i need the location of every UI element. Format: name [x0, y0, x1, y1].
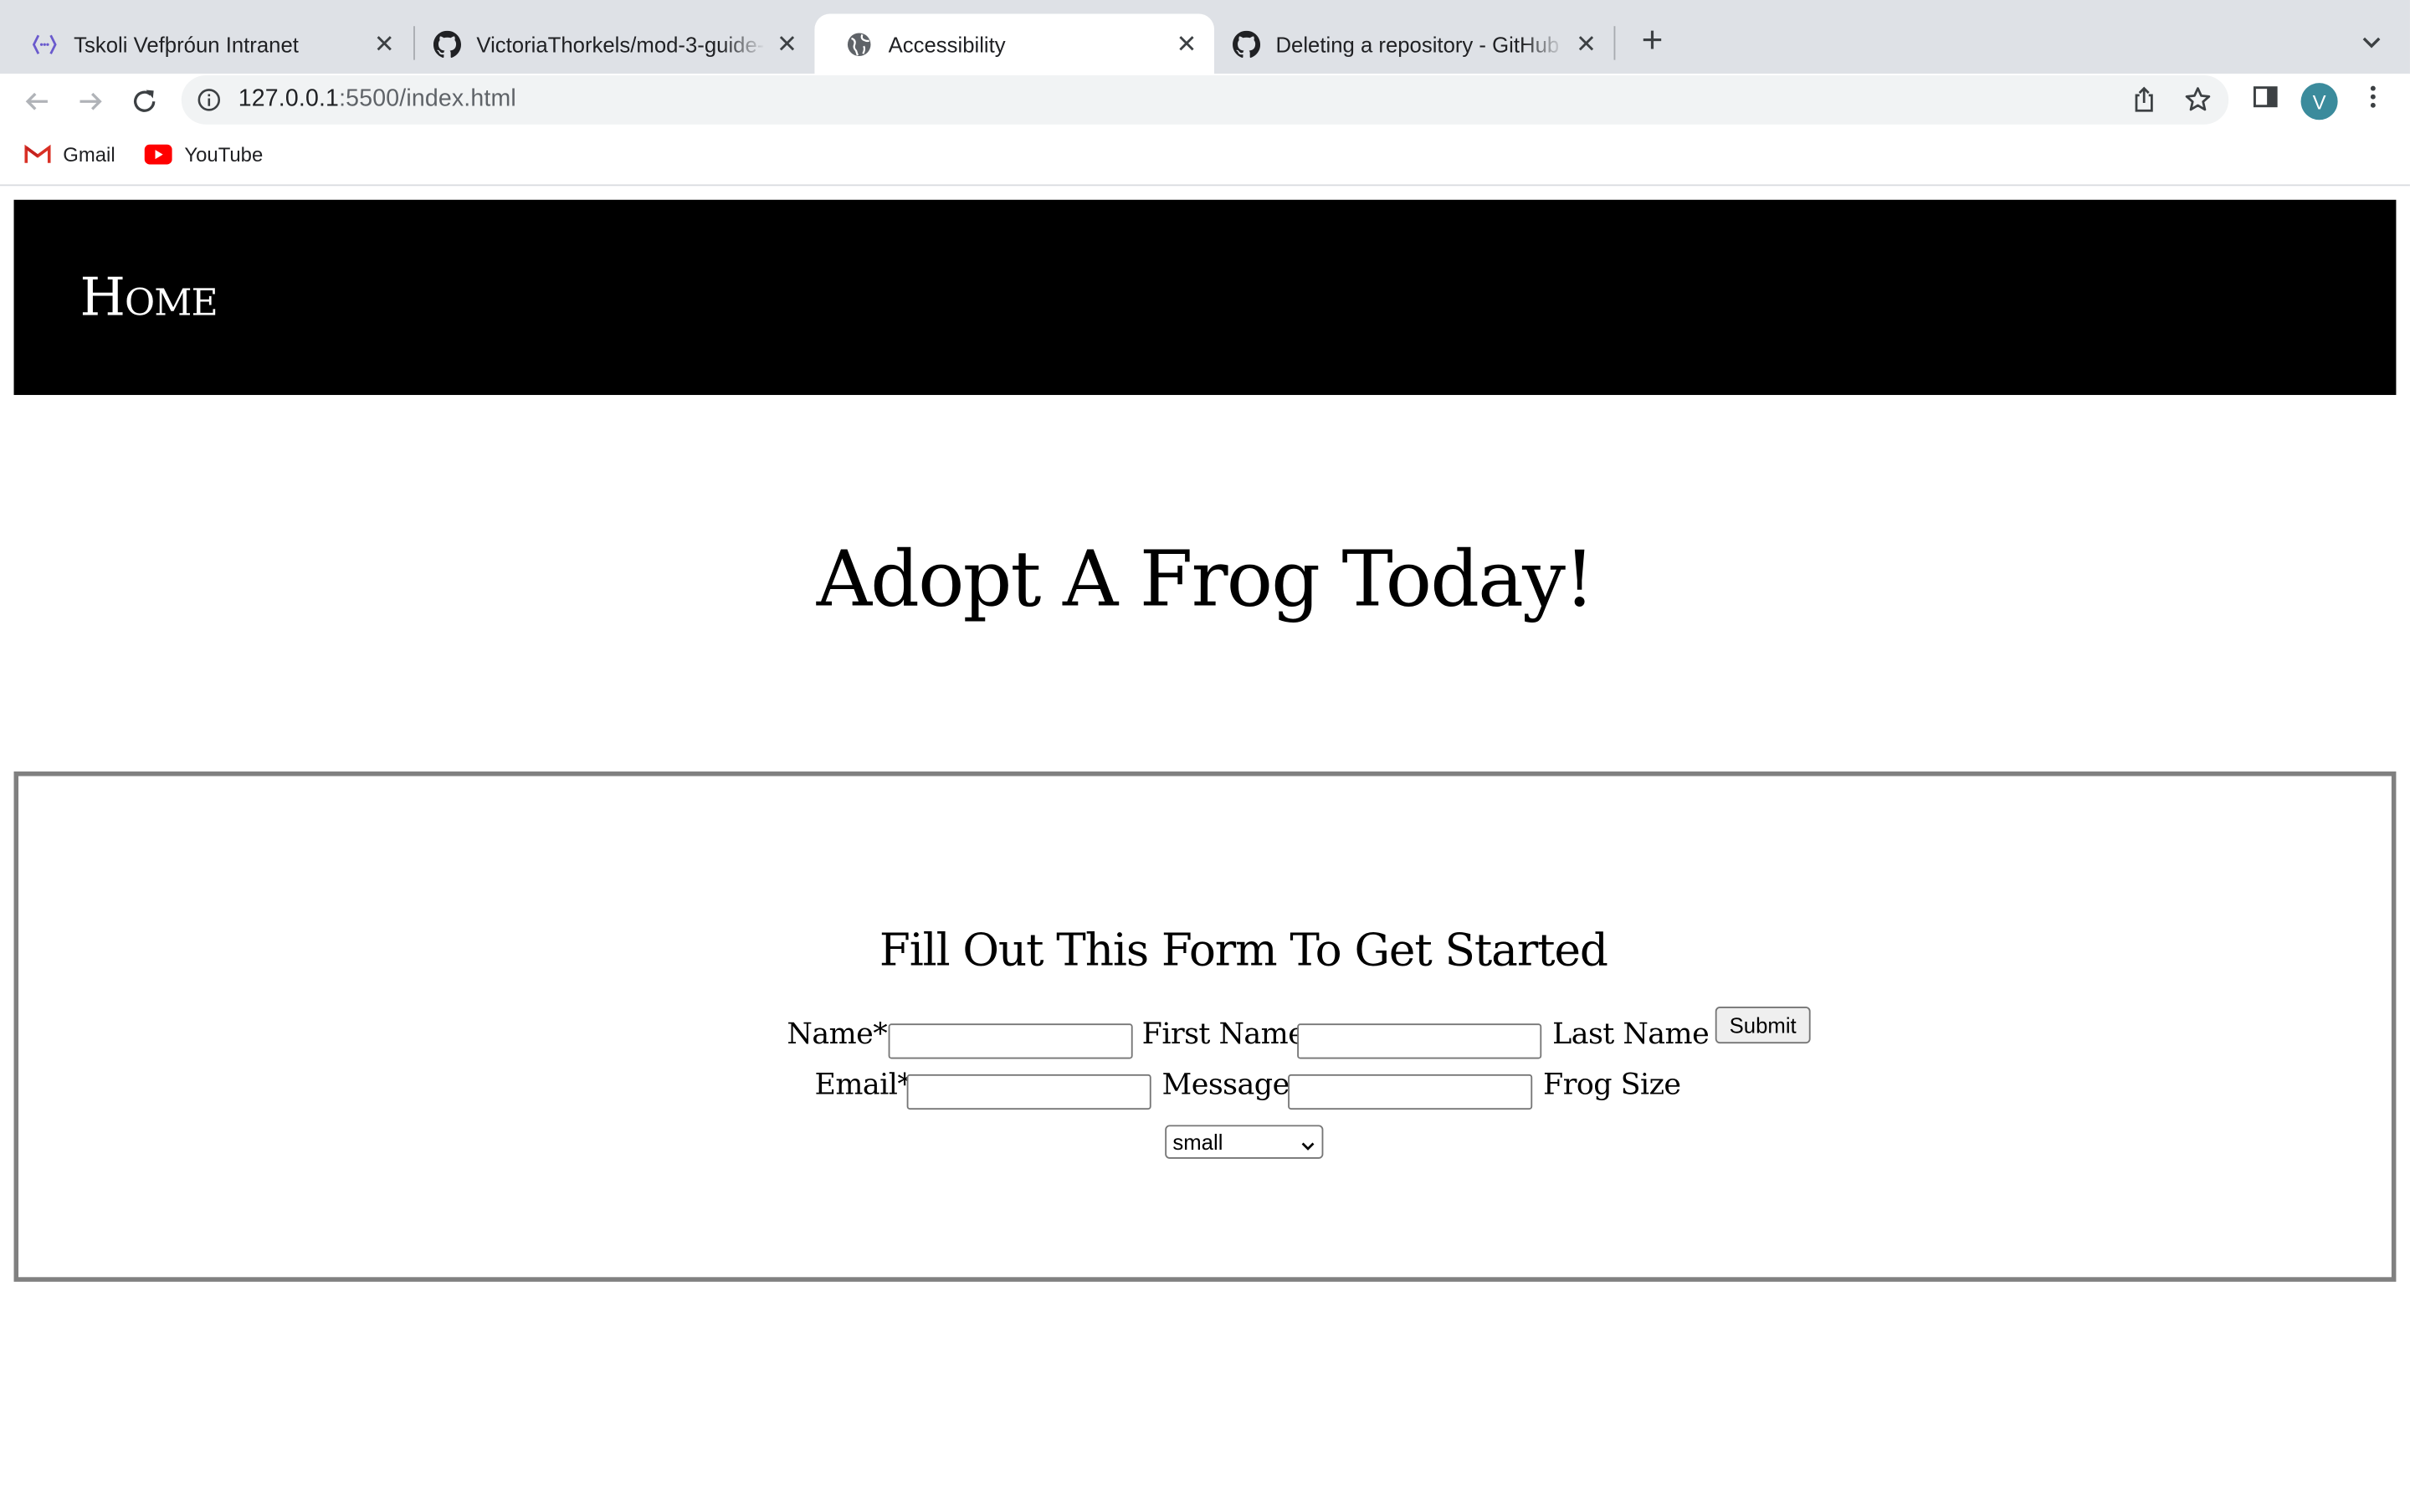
- browser-toolbar: 127.0.0.1:5500/index.html: [0, 74, 2410, 130]
- name-label: Name*: [787, 1017, 888, 1052]
- url-text[interactable]: 127.0.0.1:5500/index.html: [238, 86, 516, 114]
- tab-title: Tskoli Vefþróun Intranet: [74, 31, 299, 57]
- reload-icon[interactable]: [121, 79, 167, 125]
- back-arrow-icon[interactable]: [14, 79, 60, 125]
- message-input[interactable]: [1288, 1074, 1533, 1110]
- message-label: Message: [1161, 1068, 1290, 1102]
- tab-title: Deleting a repository - GitHub: [1275, 31, 1560, 57]
- tab-strip: Tskoli Vefþróun Intranet ✕ VictoriaThork…: [0, 0, 2410, 74]
- chevron-down-icon: [1300, 1134, 1315, 1158]
- tab-search-chevron-icon[interactable]: [2355, 24, 2388, 58]
- frog-size-value: small: [1172, 1129, 1223, 1155]
- profile-avatar[interactable]: V: [2300, 83, 2338, 120]
- close-tab-icon[interactable]: ✕: [1571, 28, 1602, 59]
- share-icon[interactable]: [2131, 86, 2158, 121]
- close-tab-icon[interactable]: ✕: [1172, 28, 1202, 59]
- first-name-input[interactable]: [1297, 1023, 1542, 1059]
- bookmark-gmail[interactable]: Gmail: [24, 142, 115, 167]
- github-icon: [1233, 29, 1261, 58]
- page-title: Adopt A Frog Today!: [816, 535, 1595, 624]
- side-panel-icon[interactable]: [2252, 83, 2279, 118]
- new-tab-button[interactable]: +: [1633, 22, 1673, 62]
- site-info-icon[interactable]: [197, 88, 221, 120]
- close-tab-icon[interactable]: ✕: [772, 28, 802, 59]
- url-path: :5500/index.html: [339, 85, 516, 113]
- name-input[interactable]: [888, 1023, 1133, 1059]
- address-bar[interactable]: 127.0.0.1:5500/index.html: [181, 74, 2229, 125]
- submit-button[interactable]: Submit: [1715, 1007, 1811, 1044]
- adoption-form: Fill Out This Form To Get Started Name* …: [13, 771, 2397, 1282]
- first-name-label: First Name: [1141, 1017, 1305, 1052]
- frog-size-label: Frog Size: [1543, 1068, 1681, 1102]
- tab-title: VictoriaThorkels/mod-3-guide-: [476, 31, 765, 57]
- site-header: Home: [13, 199, 2397, 396]
- globe-icon: [845, 30, 873, 58]
- tab-deleting-repository[interactable]: Deleting a repository - GitHub ✕: [1202, 14, 1613, 74]
- bookmark-label: Gmail: [63, 142, 115, 167]
- bookmark-youtube[interactable]: YouTube: [144, 142, 264, 167]
- tab-tskoli-intranet[interactable]: Tskoli Vefþróun Intranet ✕: [0, 14, 412, 74]
- tab-github-mod3-guide[interactable]: VictoriaThorkels/mod-3-guide- ✕: [403, 14, 814, 74]
- close-tab-icon[interactable]: ✕: [369, 28, 400, 59]
- url-host: 127.0.0.1: [238, 85, 340, 113]
- youtube-icon: [144, 144, 172, 165]
- tab-accessibility[interactable]: Accessibility ✕: [814, 13, 1214, 74]
- email-input[interactable]: [906, 1074, 1151, 1110]
- forward-arrow-icon[interactable]: [68, 79, 114, 125]
- email-label: Email*: [814, 1068, 912, 1102]
- gmail-icon: [24, 144, 51, 165]
- tab-title: Accessibility: [888, 31, 1006, 57]
- more-menu-icon[interactable]: [2359, 83, 2387, 118]
- bookmark-star-icon[interactable]: [2184, 86, 2212, 121]
- frog-size-select[interactable]: small: [1165, 1125, 1324, 1159]
- tab-separator: [1613, 26, 1616, 60]
- bookmark-label: YouTube: [184, 142, 264, 167]
- intranet-icon: [31, 30, 59, 58]
- form-title: Fill Out This Form To Get Started: [879, 923, 1608, 976]
- home-link[interactable]: Home: [80, 268, 218, 329]
- bookmarks-bar: Gmail YouTube: [0, 129, 2410, 187]
- last-name-label: Last Name: [1552, 1017, 1710, 1052]
- github-icon: [433, 29, 462, 58]
